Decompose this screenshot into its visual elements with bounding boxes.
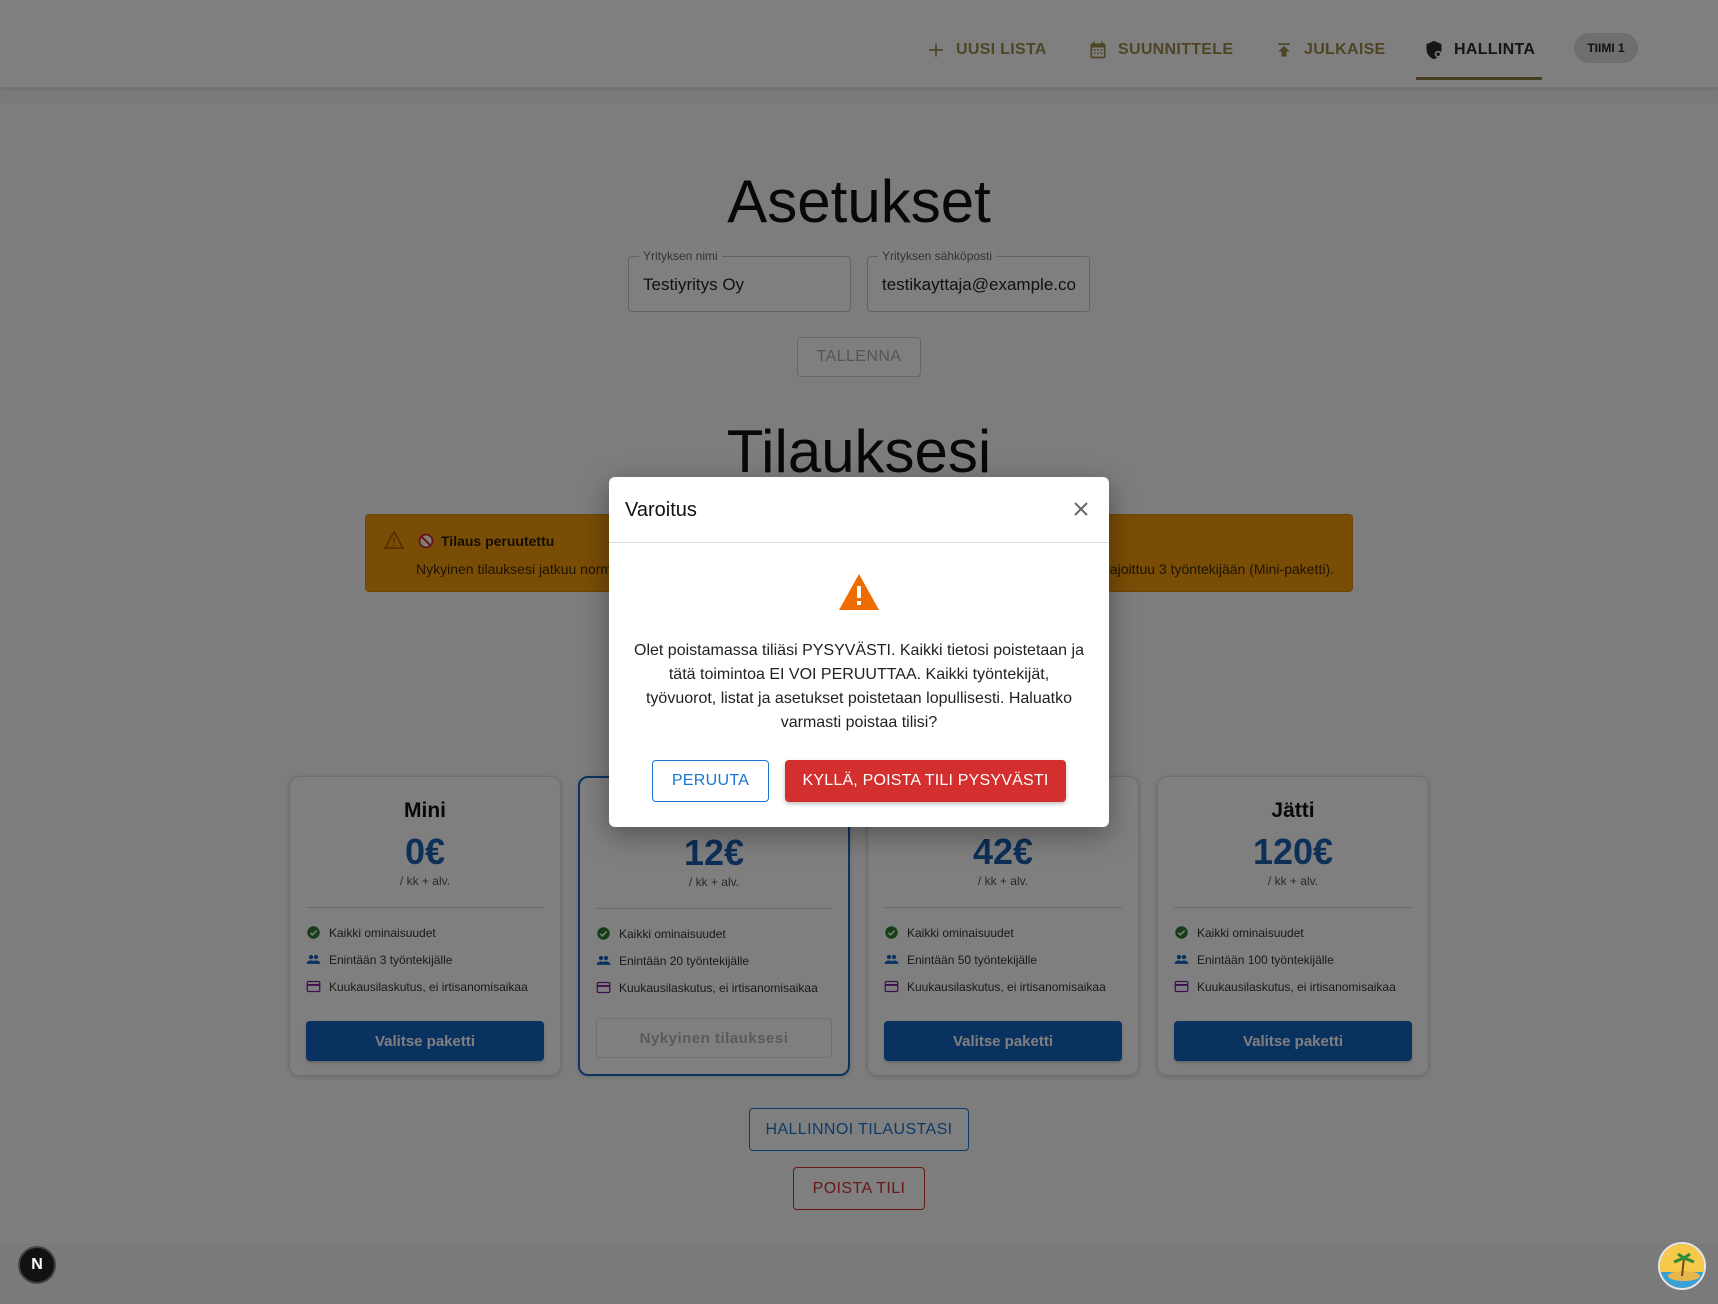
delete-account-dialog: Varoitus Olet poistamassa tiliäsi PYSYVÄ… xyxy=(609,477,1109,827)
dialog-header: Varoitus xyxy=(609,477,1109,543)
dialog-title: Varoitus xyxy=(625,499,697,521)
warning-triangle-icon xyxy=(839,574,879,610)
cancel-button[interactable]: PERUUTA xyxy=(652,760,769,802)
dev-tools-badge[interactable]: N xyxy=(18,1246,56,1284)
close-icon[interactable] xyxy=(1071,499,1091,519)
dialog-message: Olet poistamassa tiliäsi PYSYVÄSTI. Kaik… xyxy=(634,642,1084,731)
confirm-delete-button[interactable]: KYLLÄ, POISTA TILI PYSYVÄSTI xyxy=(785,760,1066,802)
avatar[interactable] xyxy=(1658,1242,1706,1290)
